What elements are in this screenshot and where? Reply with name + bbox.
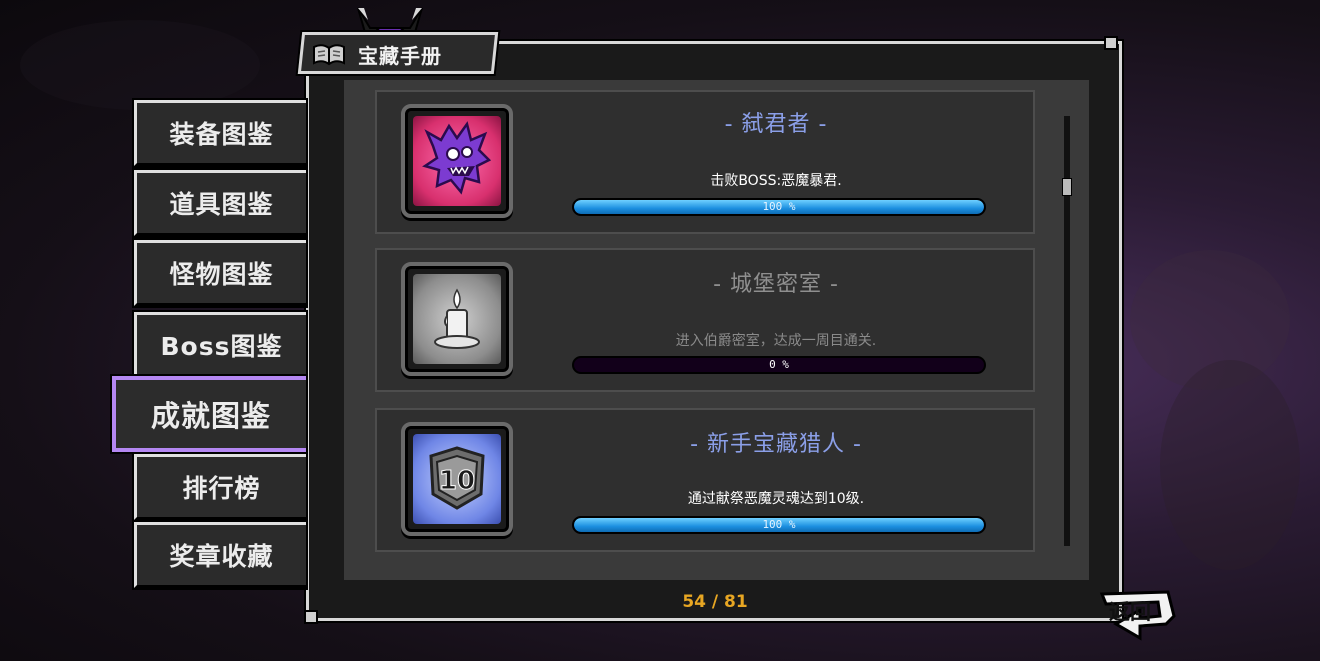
menu-item-achievements[interactable]: 成就图鉴 bbox=[112, 376, 306, 452]
menu-item-leaderboard[interactable]: 排行榜 bbox=[134, 454, 306, 520]
menu-item-boss[interactable]: Boss图鉴 bbox=[134, 312, 306, 378]
menu-item-monsters[interactable]: 怪物图鉴 bbox=[134, 240, 306, 306]
window-corner bbox=[304, 610, 318, 624]
achievement-description: 通过献祭恶魔灵魂达到10级. bbox=[687, 491, 865, 507]
window-title: 宝藏手册 bbox=[312, 36, 442, 72]
svg-text:10: 10 bbox=[439, 466, 475, 496]
achievement-description: 进入伯爵密室，达成一周目通关. bbox=[675, 333, 877, 349]
scrollbar-thumb[interactable] bbox=[1062, 178, 1072, 196]
background-decoration bbox=[1160, 360, 1300, 570]
level-10-shield-icon: 10 bbox=[429, 446, 485, 510]
window-corner bbox=[1104, 36, 1118, 50]
achievement-description: 击败BOSS:恶魔暴君. bbox=[710, 173, 842, 189]
menu-item-equipment[interactable]: 装备图鉴 bbox=[134, 100, 306, 166]
achievement-badge bbox=[401, 104, 513, 218]
progress-text: 0 % bbox=[769, 358, 789, 371]
background-decoration bbox=[20, 20, 260, 110]
window-title-text: 宝藏手册 bbox=[358, 43, 442, 68]
back-button-label: 返回 bbox=[1109, 600, 1151, 624]
achievement-title: - 弑君者 - bbox=[724, 112, 828, 137]
achievement-badge: 10 bbox=[401, 422, 513, 536]
achievement-progress-bar: 100 % bbox=[572, 516, 986, 534]
progress-text: 100 % bbox=[762, 518, 796, 531]
demon-tyrant-icon bbox=[422, 121, 492, 195]
back-button[interactable]: 返回 bbox=[1096, 588, 1184, 644]
achievement-progress-bar: 0 % bbox=[572, 356, 986, 374]
menu-item-medals[interactable]: 奖章收藏 bbox=[134, 522, 306, 588]
progress-text: 100 % bbox=[762, 200, 796, 213]
achievement-badge bbox=[401, 262, 513, 376]
candle-icon bbox=[434, 288, 480, 349]
page-counter: 54 / 81 bbox=[682, 592, 748, 612]
achievement-title: - 城堡密室 - bbox=[713, 272, 839, 297]
open-book-icon bbox=[313, 44, 345, 66]
achievement-progress-bar: 100 % bbox=[572, 198, 986, 216]
achievement-title: - 新手宝藏猎人 - bbox=[690, 432, 862, 457]
menu-item-items[interactable]: 道具图鉴 bbox=[134, 170, 306, 236]
